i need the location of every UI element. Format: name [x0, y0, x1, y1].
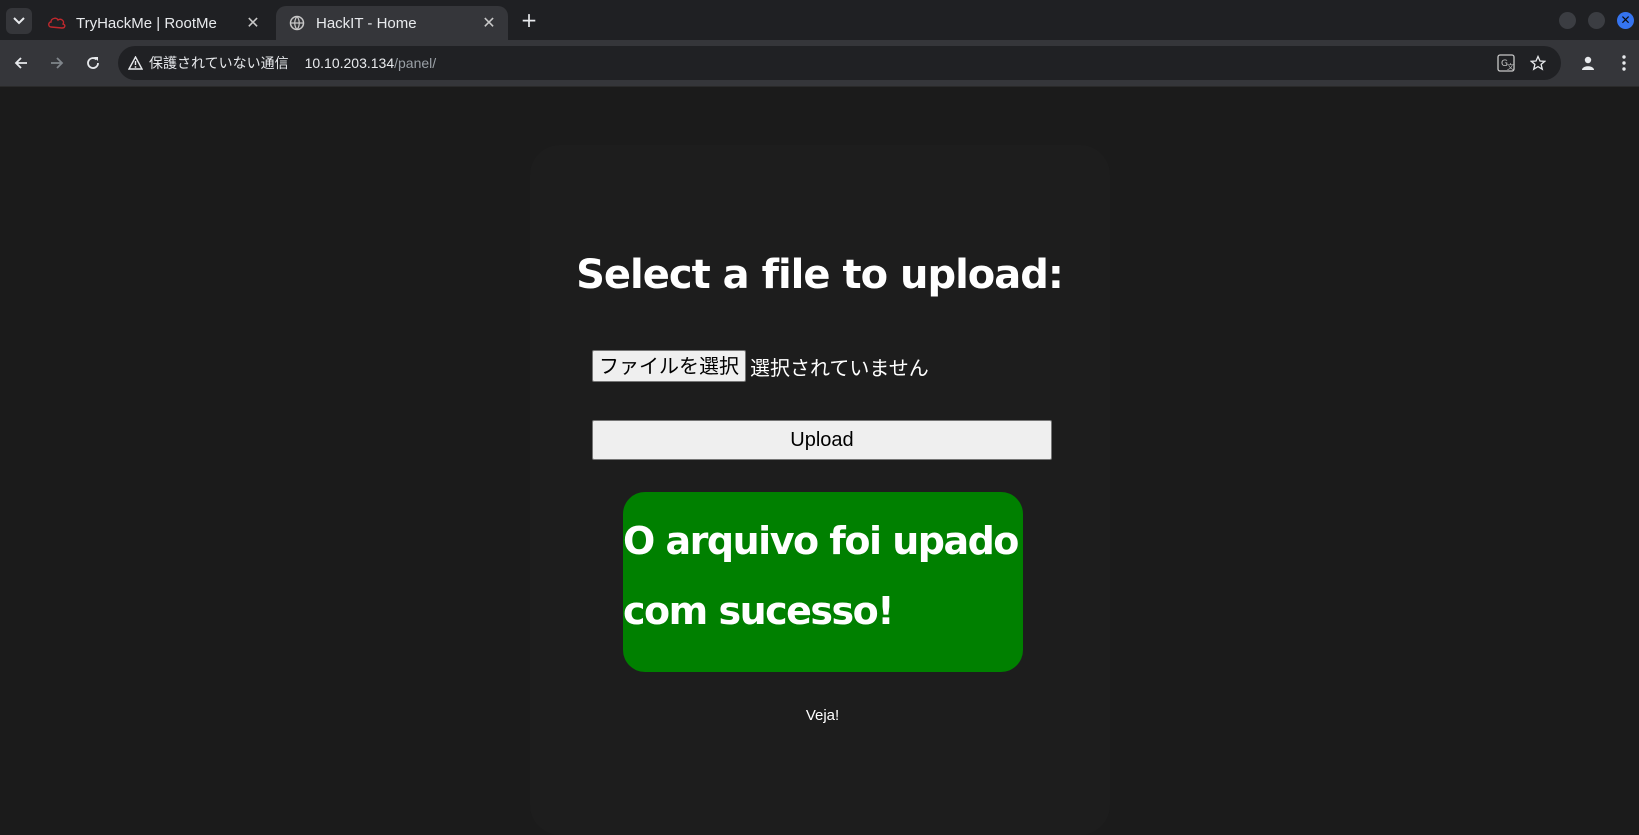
- file-status-text: 選択されていません: [750, 355, 929, 380]
- back-arrow-icon[interactable]: [9, 51, 33, 75]
- file-input[interactable]: ファイルを選択 選択されていません: [592, 349, 929, 383]
- translate-icon[interactable]: G文: [1496, 53, 1516, 73]
- close-window-icon[interactable]: ✕: [1617, 12, 1634, 29]
- tab-tryhackme[interactable]: TryHackMe | RootMe ✕: [36, 6, 272, 40]
- minimize-window-icon[interactable]: [1559, 12, 1576, 29]
- more-options-icon[interactable]: [1612, 51, 1636, 75]
- new-tab-plus-icon[interactable]: +: [518, 10, 540, 32]
- warning-triangle-icon[interactable]: [128, 56, 143, 70]
- tab-title: TryHackMe | RootMe: [76, 14, 217, 32]
- choose-file-button[interactable]: ファイルを選択: [592, 350, 746, 382]
- bookmark-star-icon[interactable]: [1528, 53, 1548, 73]
- svg-text:文: 文: [1507, 62, 1514, 71]
- tab-title: HackIT - Home: [316, 14, 417, 32]
- page-heading: Select a file to upload:: [576, 252, 1064, 298]
- close-tab-icon[interactable]: ✕: [244, 13, 262, 33]
- reload-icon[interactable]: [81, 51, 105, 75]
- address-bar[interactable]: 保護されていない通信 10.10.203.134/panel/ G文: [118, 46, 1561, 80]
- tab-search-chevron-icon[interactable]: [6, 8, 32, 34]
- success-message: O arquivo foi upado com sucesso!: [623, 492, 1023, 672]
- veja-link[interactable]: Veja!: [0, 707, 1639, 724]
- forward-arrow-icon[interactable]: [45, 51, 69, 75]
- maximize-window-icon[interactable]: [1588, 12, 1605, 29]
- upload-button[interactable]: Upload: [592, 420, 1052, 460]
- globe-icon: [286, 15, 308, 31]
- tab-strip: TryHackMe | RootMe ✕ HackIT - Home ✕ + ✕: [0, 0, 1639, 40]
- profile-icon[interactable]: [1576, 51, 1600, 75]
- tryhackme-cloud-icon: [46, 15, 68, 31]
- upload-panel: [530, 145, 1110, 835]
- tab-hackit-home[interactable]: HackIT - Home ✕: [276, 6, 508, 40]
- close-tab-icon[interactable]: ✕: [480, 13, 498, 33]
- security-status-label[interactable]: 保護されていない通信: [149, 53, 289, 73]
- url-host: 10.10.203.134: [304, 55, 395, 71]
- browser-toolbar: 保護されていない通信 10.10.203.134/panel/ G文: [0, 40, 1639, 87]
- url-path: /panel/: [394, 55, 437, 71]
